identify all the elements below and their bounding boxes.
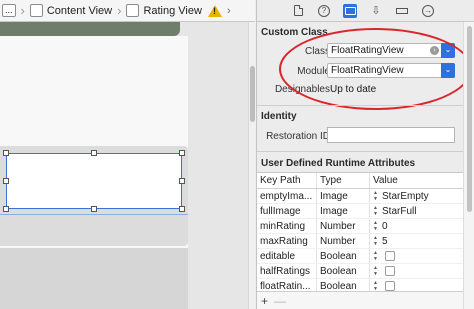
resize-handle[interactable] (179, 206, 185, 212)
identity-icon[interactable] (343, 3, 357, 18)
value-text: 5 (382, 235, 388, 247)
add-attribute-button[interactable]: + (261, 294, 268, 308)
value-cell[interactable]: ▲ ▼ StarFull (370, 204, 463, 218)
checkbox[interactable] (385, 251, 395, 261)
key-path-cell[interactable]: editable (257, 249, 317, 263)
type-cell[interactable]: Number (317, 234, 370, 248)
bottom-area (0, 248, 188, 309)
key-path-cell[interactable]: emptyIma... (257, 189, 317, 203)
stepper-icon[interactable]: ▲ ▼ (373, 235, 379, 247)
view-icon (29, 4, 43, 17)
resize-handle[interactable] (3, 206, 9, 212)
view-controller-scene[interactable] (0, 36, 188, 309)
rating-view[interactable] (6, 153, 182, 209)
type-cell[interactable]: Number (317, 219, 370, 233)
stepper-icon[interactable]: ▲ ▼ (373, 250, 379, 262)
inspector-scroll-thumb[interactable] (467, 26, 472, 212)
key-path-cell[interactable]: maxRating (257, 234, 317, 248)
checkbox[interactable] (385, 266, 395, 276)
value-text: StarFull (382, 205, 417, 217)
table-header-row: Key Path Type Value (257, 173, 463, 189)
table-row[interactable]: halfRatings Boolean ▲ ▼ (257, 264, 463, 279)
rating-view-label: Rating View (143, 4, 202, 17)
resize-handle[interactable] (91, 206, 97, 212)
stepper-icon[interactable]: ▲ ▼ (373, 280, 379, 292)
runtime-attributes-footer: + — (257, 291, 463, 309)
section-divider (257, 151, 463, 152)
highlight-annotation (279, 28, 472, 110)
identity-inspector: ? ⇩ → Custom Class Class FloatRatingView… (257, 0, 474, 309)
jumpbar-overflow[interactable]: ... (0, 0, 18, 21)
table-row[interactable]: maxRating Number ▲ ▼ 5 (257, 234, 463, 249)
chevron-right-icon: › (117, 3, 122, 18)
content-view-label: Content View (46, 4, 113, 17)
value-text: StarEmpty (382, 190, 429, 202)
resize-handle[interactable] (3, 178, 9, 184)
inspector-scrollbar[interactable] (463, 22, 474, 309)
overflow-label: ... (2, 4, 16, 17)
table-row[interactable]: editable Boolean ▲ ▼ (257, 249, 463, 264)
table-row[interactable]: minRating Number ▲ ▼ 0 (257, 219, 463, 234)
jumpbar-rating-view[interactable]: Rating View (124, 0, 204, 21)
view-icon (126, 4, 140, 17)
stepper-icon[interactable]: ▲ ▼ (373, 220, 379, 232)
runtime-attributes-table: Key Path Type Value emptyIma... Image ▲ ▼… (257, 172, 463, 294)
jumpbar-content-view[interactable]: Content View (28, 0, 114, 21)
jump-bar: ... › Content View › Rating View › (0, 0, 255, 22)
canvas-scroll-thumb[interactable] (250, 66, 255, 122)
remove-attribute-button[interactable]: — (274, 294, 286, 308)
key-path-cell[interactable]: halfRatings (257, 264, 317, 278)
combo-arrows-icon[interactable]: ▲ ▼ (373, 190, 379, 202)
type-cell[interactable]: Image (317, 189, 370, 203)
alignment-guide (0, 214, 188, 215)
connections-icon[interactable]: → (421, 4, 435, 18)
help-icon[interactable]: ? (317, 4, 331, 18)
runtime-attributes-title: User Defined Runtime Attributes (261, 158, 416, 169)
table-row[interactable]: fullImage Image ▲ ▼ StarFull (257, 204, 463, 219)
value-text: 0 (382, 220, 388, 232)
chevron-right-icon: › (20, 3, 25, 18)
storyboard-canvas[interactable] (0, 22, 248, 309)
inspector-tab-bar: ? ⇩ → (257, 0, 474, 22)
resize-handle[interactable] (179, 178, 185, 184)
value-cell[interactable]: ▲ ▼ 5 (370, 234, 463, 248)
type-cell[interactable]: Image (317, 204, 370, 218)
resize-handle[interactable] (179, 150, 185, 156)
type-cell[interactable]: Boolean (317, 249, 370, 263)
file-icon[interactable] (291, 4, 305, 18)
combo-arrows-icon[interactable]: ▲ ▼ (373, 205, 379, 217)
column-header-value[interactable]: Value (370, 173, 463, 188)
canvas-scrollbar[interactable] (248, 22, 256, 309)
resize-handle[interactable] (91, 150, 97, 156)
restoration-id-input[interactable] (327, 127, 455, 143)
value-cell[interactable]: ▲ ▼ (370, 264, 463, 278)
value-cell[interactable]: ▲ ▼ (370, 249, 463, 263)
stepper-icon[interactable]: ▲ ▼ (373, 265, 379, 277)
warning-triangle-icon[interactable] (207, 4, 222, 17)
size-icon[interactable] (395, 4, 409, 18)
value-cell[interactable]: ▲ ▼ StarEmpty (370, 189, 463, 203)
value-cell[interactable]: ▲ ▼ 0 (370, 219, 463, 233)
key-path-cell[interactable]: fullImage (257, 204, 317, 218)
navigation-bar (0, 22, 180, 36)
section-divider (257, 105, 463, 106)
chevron-right-icon[interactable]: › (227, 5, 231, 17)
restoration-id-label: Restoration ID (266, 131, 330, 142)
attributes-icon[interactable]: ⇩ (369, 4, 383, 18)
table-row[interactable]: emptyIma... Image ▲ ▼ StarEmpty (257, 189, 463, 204)
column-header-key-path[interactable]: Key Path (257, 173, 317, 188)
resize-handle[interactable] (3, 150, 9, 156)
checkbox[interactable] (385, 281, 395, 291)
identity-title: Identity (261, 111, 297, 122)
column-header-type[interactable]: Type (317, 173, 370, 188)
type-cell[interactable]: Boolean (317, 264, 370, 278)
key-path-cell[interactable]: minRating (257, 219, 317, 233)
